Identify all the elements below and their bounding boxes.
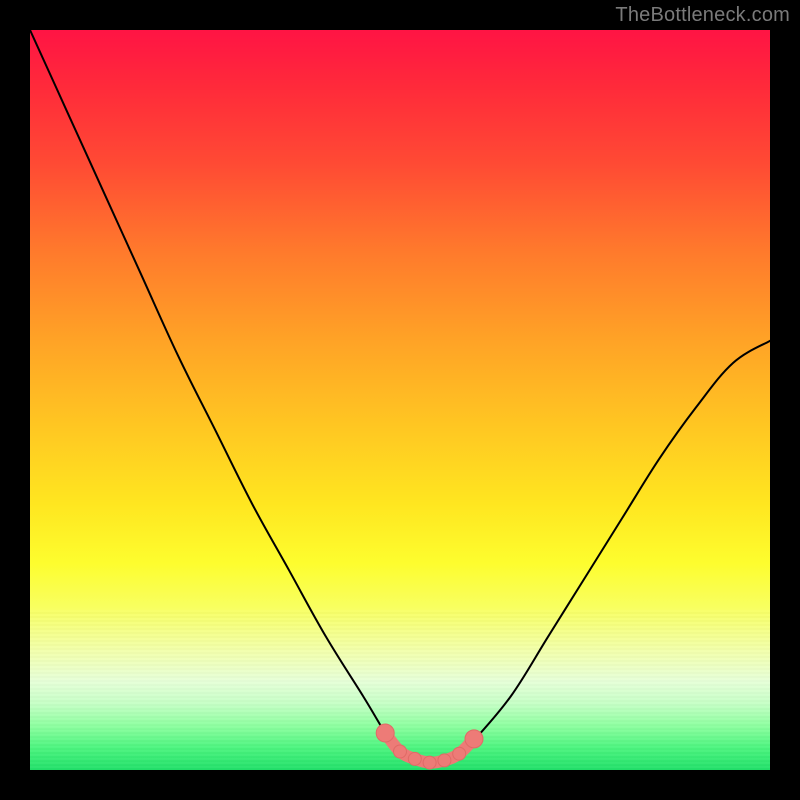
sweet-spot-marker <box>423 756 436 769</box>
chart-svg <box>30 30 770 770</box>
sweet-spot-marker <box>394 745 407 758</box>
sweet-spot-marker <box>438 754 451 767</box>
sweet-spot-marker <box>465 730 483 748</box>
chart-frame: TheBottleneck.com <box>0 0 800 800</box>
sweet-spot-marker <box>408 752 421 765</box>
attribution-text: TheBottleneck.com <box>615 4 790 27</box>
sweet-spot-markers <box>376 724 483 769</box>
plot-area <box>30 30 770 770</box>
bottleneck-curve <box>30 30 770 764</box>
sweet-spot-marker <box>376 724 394 742</box>
sweet-spot-marker <box>453 747 466 760</box>
